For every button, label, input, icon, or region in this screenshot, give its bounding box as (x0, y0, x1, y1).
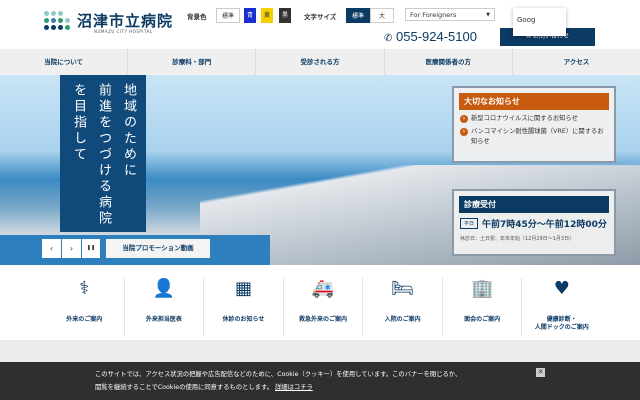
bg-black-button[interactable]: 黒 (279, 8, 291, 23)
stethoscope-icon: ⚕ (79, 278, 90, 299)
cookie-text-2: 閲覧を継続することでCookieの使用に同意するものとします。 (95, 384, 273, 391)
quick-link-label: 面会のご案内 (464, 316, 501, 323)
cookie-text-1: このサイトでは、アクセス状況の把握や広告配信などのために、Cookie（クッキー… (95, 371, 462, 378)
nav-professionals[interactable]: 医療関係者の方 (385, 49, 513, 75)
site-subtitle: NUMAZU CITY HOSPITAL (94, 29, 153, 34)
weekday-tag: 平日 (460, 218, 479, 229)
font-large-button[interactable]: 大 (370, 8, 394, 23)
gray-band (0, 340, 640, 362)
quick-link-label: 外来のご案内 (66, 316, 103, 323)
site-title[interactable]: 沼津市立病院 (77, 10, 173, 31)
font-size-label: 文字サイズ (304, 13, 337, 21)
quick-link-calendar[interactable]: ▦ 休診のお知らせ (204, 278, 284, 336)
hero-catchphrase: 地域のために 前進をつづける病院 を目指して (60, 75, 146, 232)
quick-link-label: 入院のご案内 (384, 316, 421, 323)
language-select[interactable]: For Foreigners ▼ (405, 8, 495, 21)
main-nav: 当院について 診療科・部門 受診される方 医療関係者の方 アクセス (0, 49, 640, 75)
catch-line-3: を目指して (71, 83, 86, 163)
notice-title: 大切なお知らせ (459, 93, 609, 110)
nav-patients[interactable]: 受診される方 (256, 49, 385, 75)
slide-prev-button[interactable]: ‹ (42, 239, 61, 258)
nav-access[interactable]: アクセス (513, 49, 640, 75)
language-select-value: For Foreigners (410, 11, 457, 19)
arrow-icon: › (460, 115, 468, 123)
cookie-close-button[interactable]: ✕ (536, 368, 545, 377)
important-notice-panel: 大切なお知らせ › 新型コロナウイルスに関するお知らせ › バンコマイシン耐性腸球菌… (452, 86, 616, 163)
logo-mark (44, 11, 72, 33)
heart-icon: ♥ (553, 278, 570, 299)
quick-link-ambulance[interactable]: 🚑 救急外来のご案内 (284, 278, 364, 336)
doctor-icon: 👤 (152, 278, 176, 299)
ambulance-icon: 🚑 (311, 278, 335, 299)
bg-yellow-button[interactable]: 黄 (261, 8, 273, 23)
arrow-icon: › (460, 128, 468, 136)
quick-link-doctor[interactable]: 👤 外来担当医表 (125, 278, 205, 336)
font-standard-button[interactable]: 標準 (346, 8, 370, 23)
bed-icon: 🛏 (391, 278, 415, 299)
notice-item[interactable]: › 新型コロナウイルスに関するお知らせ (460, 114, 608, 124)
reception-panel: 診療受付 平日 午前7時45分～午前12時00分 休診日：土日祝、年末年始（12月… (452, 189, 616, 256)
quick-link-label: 救急外来のご案内 (299, 316, 348, 323)
quick-links: ⚕ 外来のご案内 👤 外来担当医表 ▦ 休診のお知らせ 🚑 救急外来のご案内 🛏 入院のご案内 🏢 面… (45, 278, 601, 336)
quick-link-stethoscope[interactable]: ⚕ 外来のご案内 (45, 278, 125, 336)
quick-link-label: 健康診断・ 人間ドックのご案内 (534, 316, 589, 331)
reception-title: 診療受付 (459, 196, 609, 213)
notice-item[interactable]: › バンコマイシン耐性腸球菌（VRE）に関するお知らせ (460, 127, 608, 147)
quick-link-building[interactable]: 🏢 面会のご案内 (443, 278, 523, 336)
quick-link-label: 休診のお知らせ (222, 316, 265, 323)
quick-link-bed[interactable]: 🛏 入院のご案内 (363, 278, 443, 336)
slide-next-button[interactable]: › (62, 239, 81, 258)
phone-icon: ✆ (384, 33, 393, 44)
promo-video-button[interactable]: 当院プロモーション動画 (106, 239, 210, 258)
slide-pause-button[interactable]: ❚❚ (82, 239, 100, 258)
quick-link-label: 外来担当医表 (145, 316, 182, 323)
phone-text: 055-924-5100 (396, 29, 477, 44)
reception-hours: 午前7時45分～午前12時00分 (482, 220, 607, 230)
nav-about[interactable]: 当院について (0, 49, 129, 75)
closed-days-note: 休診日：土日祝、年末年始（12月29日～1月3日） (460, 236, 575, 242)
quick-link-heart[interactable]: ♥ 健康診断・ 人間ドックのご案内 (522, 278, 601, 336)
catch-line-2: 前進をつづける病院 (96, 83, 111, 227)
building-icon: 🏢 (470, 278, 494, 299)
cookie-details-link[interactable]: 詳細はコチラ (275, 384, 313, 391)
notice-link[interactable]: バンコマイシン耐性腸球菌（VRE）に関するお知らせ (471, 127, 608, 147)
google-translate-popup[interactable]: Goog (513, 8, 566, 36)
catch-line-1: 地域のために (121, 83, 136, 179)
dropdown-arrow-icon: ▼ (486, 12, 490, 18)
bg-color-label: 背景色 (187, 13, 207, 21)
bg-standard-button[interactable]: 標準 (216, 8, 240, 23)
bg-blue-button[interactable]: 青 (244, 8, 256, 23)
notice-link[interactable]: 新型コロナウイルスに関するお知らせ (471, 114, 578, 124)
calendar-icon: ▦ (234, 278, 252, 299)
nav-departments[interactable]: 診療科・部門 (128, 49, 257, 75)
phone-number: ✆ 055-924-5100 (384, 29, 477, 44)
